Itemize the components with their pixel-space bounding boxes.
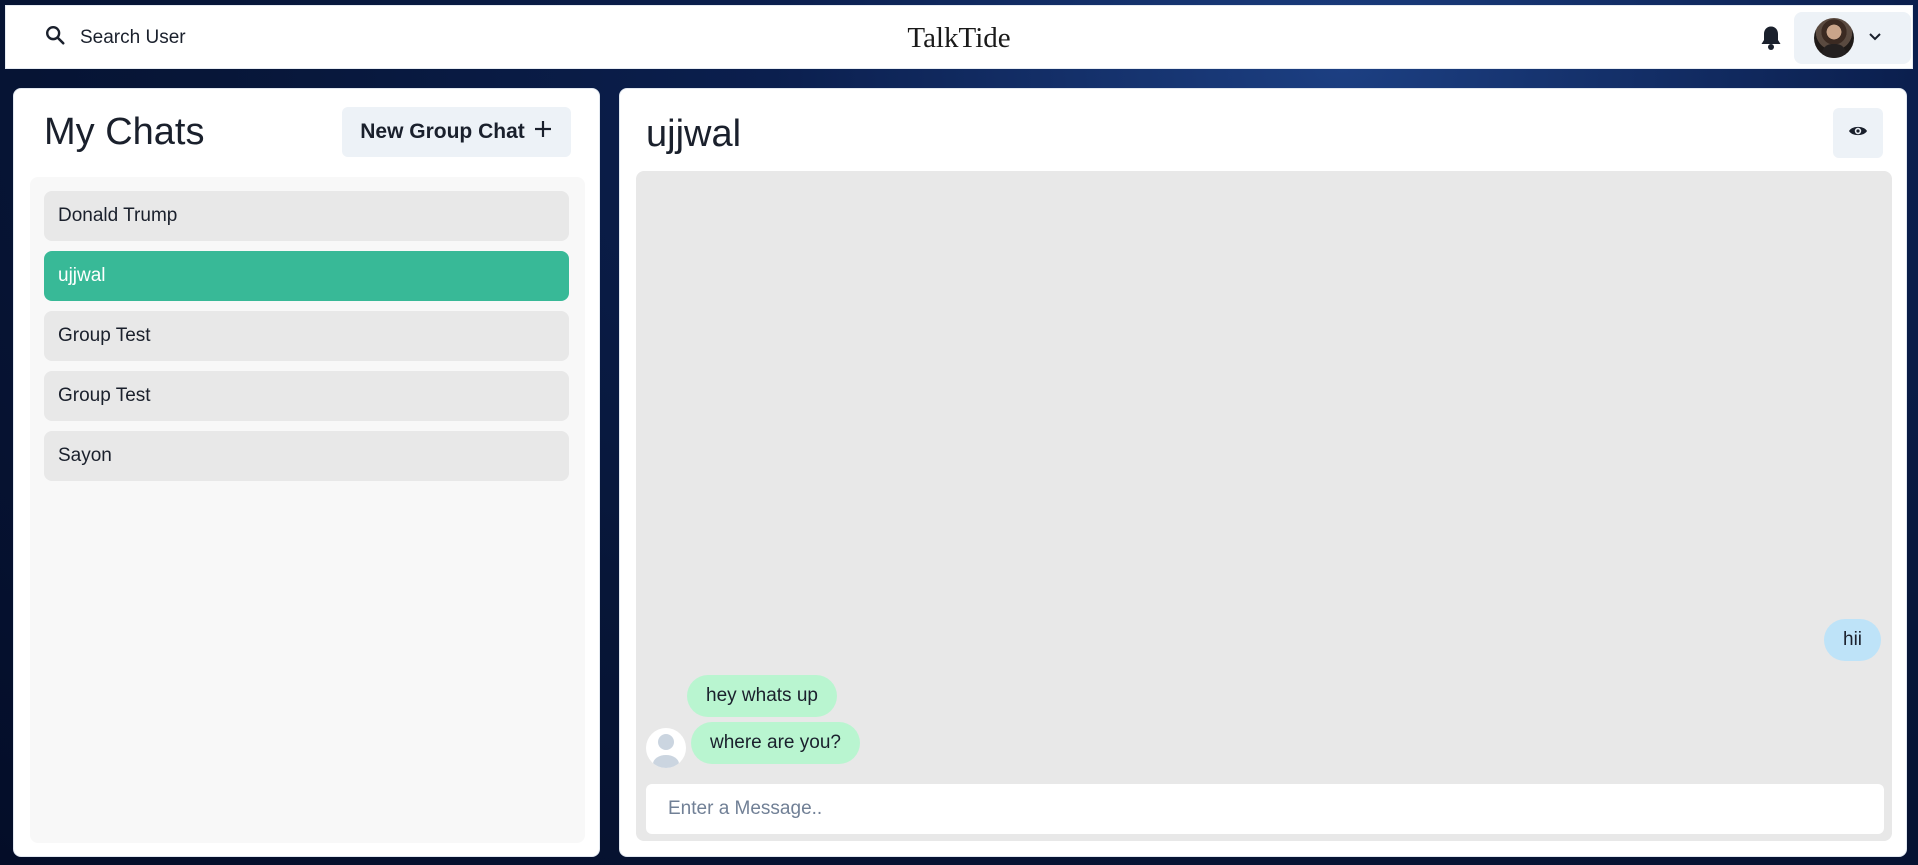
bell-icon[interactable]: [1758, 24, 1784, 52]
plus-icon: [533, 119, 553, 145]
chat-item-donald-trump[interactable]: Donald Trump: [44, 191, 569, 241]
message-bubble-received: hey whats up: [687, 675, 837, 717]
search-user-label: Search User: [80, 27, 186, 48]
avatar: [1814, 18, 1854, 58]
chat-list: Donald Trump ujjwal Group Test Group Tes…: [30, 177, 585, 843]
profile-menu-button[interactable]: [1794, 12, 1911, 64]
search-user-button[interactable]: Search User: [30, 18, 200, 58]
new-group-chat-button[interactable]: New Group Chat: [342, 107, 571, 157]
chat-item-sayon[interactable]: Sayon: [44, 431, 569, 481]
eye-icon: [1848, 124, 1868, 143]
message-bubble-received: where are you?: [691, 722, 860, 764]
chat-title: ujjwal: [646, 113, 742, 155]
my-chats-title: My Chats: [44, 111, 205, 153]
top-bar: Search User TalkTide: [5, 5, 1913, 69]
chat-panel: ujjwal hii hey whats up where are you?: [619, 88, 1907, 857]
chevron-down-icon: [1868, 29, 1882, 47]
chat-item-ujjwal[interactable]: ujjwal: [44, 251, 569, 301]
new-group-chat-label: New Group Chat: [360, 120, 525, 143]
messages-area: hii hey whats up where are you?: [636, 171, 1892, 841]
view-profile-button[interactable]: [1833, 108, 1883, 158]
chat-item-group-test-2[interactable]: Group Test: [44, 371, 569, 421]
chat-item-group-test[interactable]: Group Test: [44, 311, 569, 361]
my-chats-panel: My Chats New Group Chat Donald Trump ujj…: [13, 88, 600, 857]
app-title: TalkTide: [907, 22, 1011, 54]
user-icon: [653, 734, 679, 768]
sender-avatar[interactable]: [646, 728, 686, 768]
message-input[interactable]: [646, 784, 1884, 834]
search-icon: [44, 24, 66, 52]
message-bubble-sent: hii: [1824, 619, 1882, 661]
